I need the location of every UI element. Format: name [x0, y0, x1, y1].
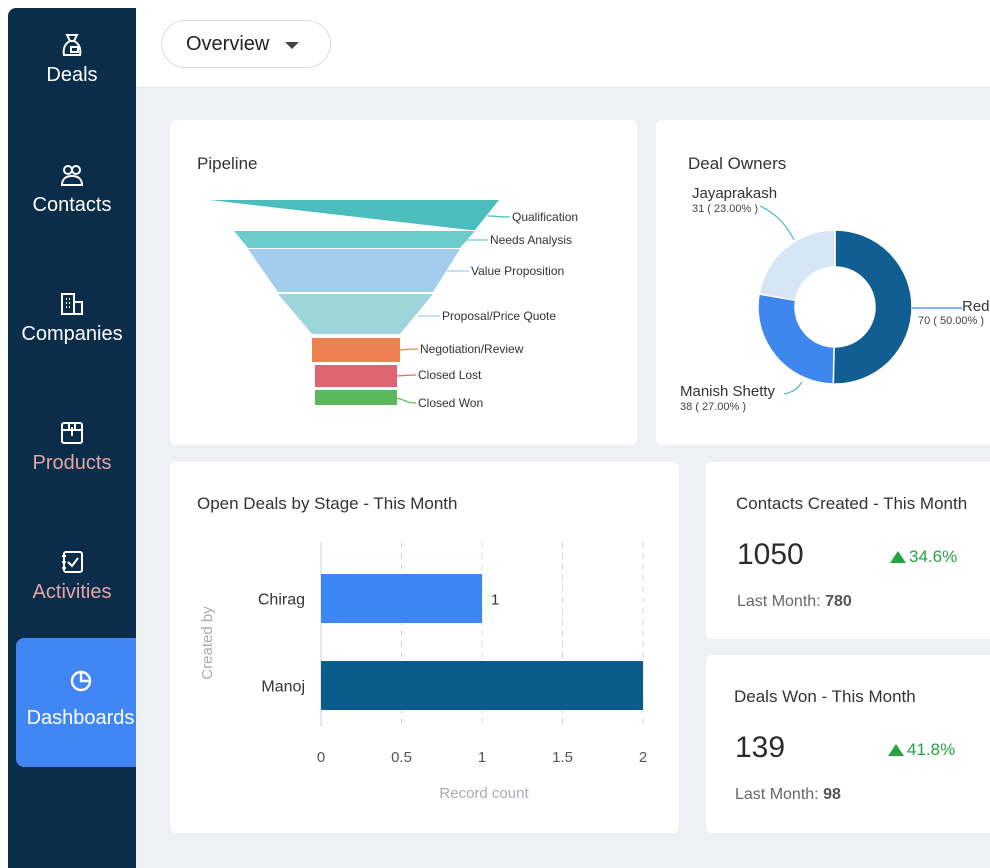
- kpi-last-month: Last Month: 780: [737, 593, 852, 611]
- top-bar: Overview: [136, 0, 990, 88]
- sidebar-item-deals[interactable]: Deals: [8, 32, 136, 87]
- bar: [321, 574, 482, 623]
- funnel-stage-label: Value Proposition: [471, 264, 564, 278]
- funnel-segment: [234, 231, 475, 248]
- kpi-value: 139: [735, 731, 786, 764]
- task-check-icon: [62, 551, 83, 573]
- donut-leader-line: [783, 381, 803, 395]
- dashboard-area: Pipeline Qualification Needs Analysis Valu…: [136, 88, 990, 868]
- sidebar-item-products[interactable]: Products: [8, 420, 136, 475]
- x-tick-label: 1.5: [552, 749, 573, 766]
- kpi-last-month: Last Month: 98: [735, 786, 841, 804]
- kpi-last-label: Last Month:: [735, 786, 819, 803]
- funnel-segment: [210, 200, 499, 230]
- funnel-stage-label: Negotiation/Review: [420, 342, 524, 356]
- funnel-segment: [278, 294, 433, 334]
- x-tick-label: 2: [639, 749, 647, 766]
- building-icon: [61, 293, 83, 315]
- funnel-stage-label: Closed Lost: [418, 368, 482, 382]
- owner-name-label: Red: [962, 298, 990, 315]
- kpi-change: 41.8%: [888, 740, 955, 760]
- category-label: Chirag: [258, 592, 305, 609]
- contacts-icon: [60, 165, 84, 186]
- sidebar-item-dashboards[interactable]: Dashboards: [16, 638, 145, 767]
- funnel-stage-label: Proposal/Price Quote: [442, 309, 556, 323]
- sidebar-item-activities[interactable]: Activities: [8, 549, 136, 604]
- up-arrow-icon: [888, 744, 904, 756]
- chevron-down-icon: [285, 42, 300, 49]
- funnel-leader-line: [487, 215, 511, 218]
- contacts-created-card: Contacts Created - This Month 1050 34.6%…: [706, 462, 990, 639]
- category-label: Manoj: [261, 679, 305, 696]
- funnel-leader-line: [393, 397, 417, 404]
- view-selector[interactable]: Overview: [161, 20, 331, 68]
- kpi-change-value: 41.8%: [907, 740, 956, 759]
- pipeline-card: Pipeline Qualification Needs Analysis Valu…: [170, 120, 637, 445]
- donut-leader-line: [759, 205, 795, 241]
- kpi-change-value: 34.6%: [909, 547, 958, 566]
- box-icon: [61, 422, 83, 444]
- pipeline-funnel-chart: Qualification Needs Analysis Value Proposi…: [210, 200, 578, 410]
- owner-value-label: 70 ( 50.00% ): [918, 315, 984, 327]
- donut-slice: [758, 229, 836, 302]
- deals-won-card: Deals Won - This Month 139 41.8% Last Mo…: [706, 655, 990, 833]
- x-tick-label: 0: [317, 749, 325, 766]
- deal-owners-card: Deal Owners Red 70 ( 50.00% ) Manish Shett…: [656, 120, 990, 445]
- donut-slice: [832, 229, 913, 385]
- deal-owners-donut-chart: Red70 ( 50.00% ) Manish Shetty38 ( 27.00%…: [680, 185, 990, 413]
- kpi-last-value: 780: [825, 593, 852, 610]
- sidebar-item-label: Products: [32, 452, 112, 474]
- up-arrow-icon: [890, 551, 906, 563]
- sidebar-item-label: Deals: [46, 64, 98, 86]
- owner-name-label: Jayaprakash: [692, 185, 777, 202]
- view-selector-label: Overview: [186, 32, 270, 55]
- x-tick-label: 0.5: [391, 749, 412, 766]
- bar-data-label: 1: [491, 592, 499, 609]
- y-axis-title: Created by: [199, 606, 216, 680]
- sidebar-item-label: Dashboards: [26, 707, 135, 729]
- funnel-stage-label: Closed Won: [418, 396, 483, 410]
- funnel-stage-label: Needs Analysis: [490, 233, 572, 247]
- sidebar-item-contacts[interactable]: Contacts: [8, 162, 136, 217]
- open-deals-bar-chart: 0 0.5 1 1.5 2 Chirag 1 Manoj Record count Created…: [199, 542, 647, 802]
- kpi-last-value: 98: [823, 786, 841, 803]
- kpi-change: 34.6%: [890, 547, 957, 567]
- card-title: Contacts Created - This Month: [736, 494, 968, 513]
- sidebar-item-label: Contacts: [32, 194, 112, 216]
- owner-value-label: 38 ( 27.00% ): [680, 401, 746, 413]
- funnel-segment: [248, 249, 460, 292]
- deals-bag-icon: [62, 34, 82, 56]
- sidebar-item-label: Activities: [32, 581, 112, 603]
- x-axis-title: Record count: [439, 785, 529, 802]
- sidebar-item-companies[interactable]: Companies: [8, 291, 136, 346]
- funnel-segment: [312, 338, 400, 362]
- kpi-last-label: Last Month:: [737, 593, 821, 610]
- funnel-leader-line: [393, 374, 417, 377]
- card-title: Deals Won - This Month: [734, 687, 916, 706]
- x-tick-label: 1: [478, 749, 486, 766]
- funnel-segment: [315, 390, 397, 405]
- kpi-value: 1050: [737, 538, 804, 571]
- donut-slice: [757, 293, 835, 385]
- pie-chart-icon: [70, 670, 91, 692]
- bar: [321, 661, 643, 710]
- sidebar-item-label: Companies: [21, 323, 123, 345]
- funnel-segment: [315, 365, 397, 387]
- open-deals-card: Open Deals by Stage - This Month 0 0.5 1 1.…: [170, 462, 679, 833]
- owner-name-label: Manish Shetty: [680, 383, 776, 400]
- funnel-stage-label: Qualification: [512, 210, 578, 224]
- owner-value-label: 31 ( 23.00% ): [692, 203, 758, 215]
